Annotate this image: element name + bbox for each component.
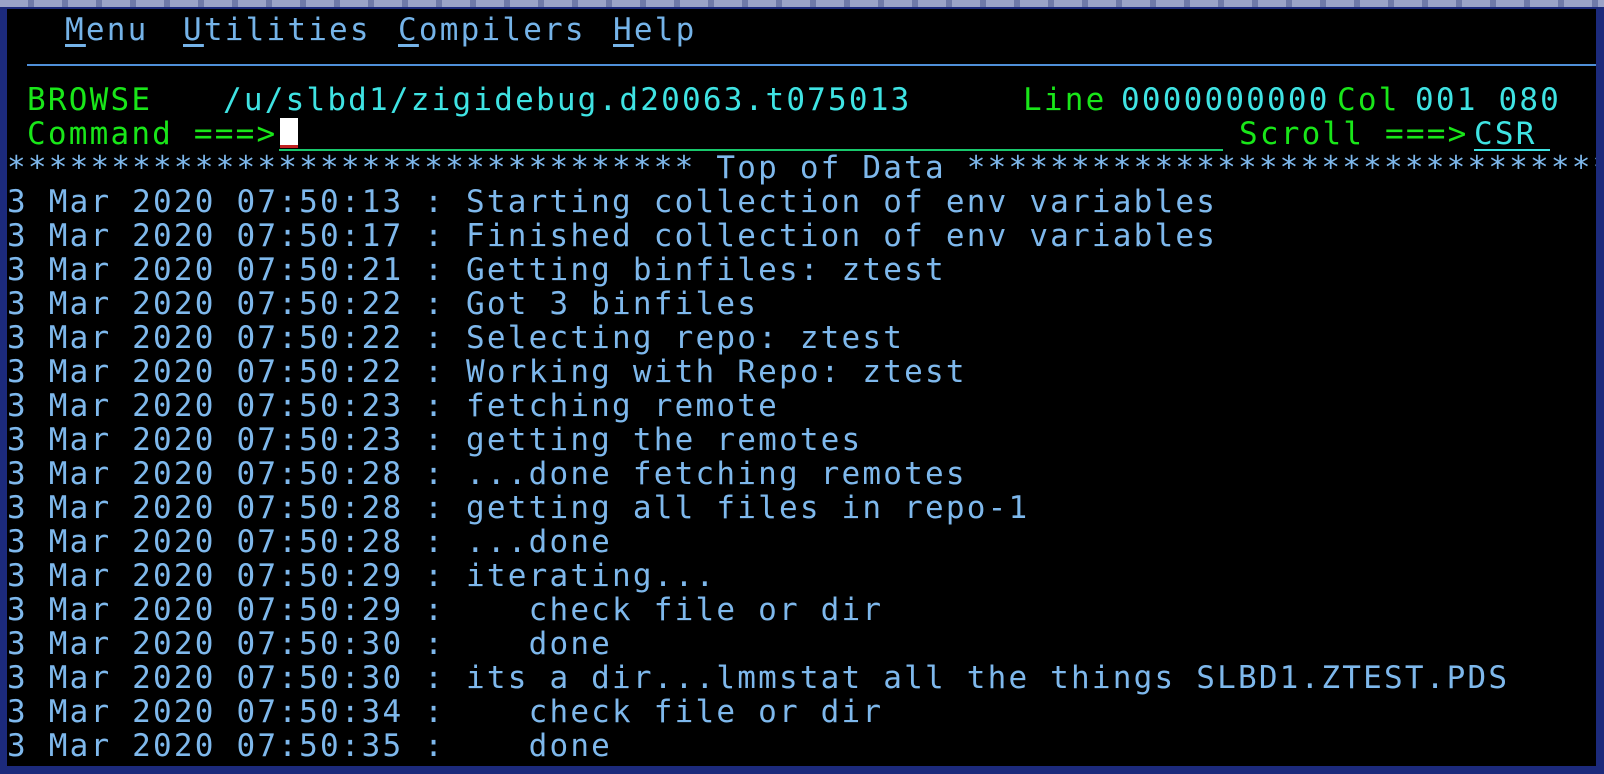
log-line: 3 Mar 2020 07:50:13 : Starting collectio…	[7, 184, 1218, 220]
menu-label-rest: ompilers	[418, 12, 586, 48]
menu-hotkey: H	[613, 12, 634, 48]
log-line: 3 Mar 2020 07:50:17 : Finished collectio…	[7, 218, 1218, 254]
column-range: 001 080	[1415, 82, 1562, 118]
menu-label-rest: tilities	[203, 12, 371, 48]
log-line: 3 Mar 2020 07:50:29 : iterating...	[7, 558, 717, 594]
text-cursor	[280, 118, 298, 148]
scroll-value: CSR	[1474, 116, 1537, 152]
command-label: Command ===>	[27, 116, 278, 152]
browse-mode-label: BROWSE	[27, 82, 153, 118]
log-line: 3 Mar 2020 07:50:23 : getting the remote…	[7, 422, 863, 458]
line-number: 0000000000	[1121, 82, 1330, 118]
col-label: Col	[1337, 82, 1400, 118]
menu-item-utilities[interactable]: Utilities	[183, 13, 371, 47]
menu-hotkey: U	[183, 12, 204, 48]
log-line: 3 Mar 2020 07:50:30 : done	[7, 626, 613, 662]
log-line: 3 Mar 2020 07:50:23 : fetching remote	[7, 388, 779, 424]
dataset-path: /u/slbd1/zigidebug.d20063.t075013	[223, 82, 912, 118]
log-line: 3 Mar 2020 07:50:29 : check file or dir	[7, 592, 884, 628]
log-line: 3 Mar 2020 07:50:34 : check file or dir	[7, 694, 884, 730]
terminal-window: Menu Utilities Compilers Help BROWSE /u/…	[0, 0, 1604, 774]
menu-item-help[interactable]: Help	[613, 13, 696, 47]
menu-hotkey: C	[398, 12, 419, 48]
menu-label-rest: elp	[633, 12, 697, 48]
log-line: 3 Mar 2020 07:50:28 : getting all files …	[7, 490, 1030, 526]
log-line: 3 Mar 2020 07:50:28 : ...done	[7, 524, 613, 560]
log-line: 3 Mar 2020 07:50:22 : Got 3 binfiles	[7, 286, 759, 322]
log-line: 3 Mar 2020 07:50:21 : Getting binfiles: …	[7, 252, 946, 288]
scroll-label: Scroll ===>	[1239, 116, 1469, 152]
log-line: 3 Mar 2020 07:50:35 : done	[7, 728, 613, 764]
log-line: 3 Mar 2020 07:50:22 : Selecting repo: zt…	[7, 320, 905, 356]
menu-label-rest: enu	[85, 12, 149, 48]
log-line: 3 Mar 2020 07:50:22 : Working with Repo:…	[7, 354, 967, 390]
menu-separator	[27, 64, 1596, 66]
window-top-strip	[0, 0, 1604, 7]
line-label: Line	[1023, 82, 1107, 118]
command-input[interactable]	[279, 117, 1223, 151]
log-line: 3 Mar 2020 07:50:28 : ...done fetching r…	[7, 456, 967, 492]
log-line: 3 Mar 2020 07:50:30 : its a dir...lmmsta…	[7, 660, 1510, 696]
ispf-browse-screen: Menu Utilities Compilers Help BROWSE /u/…	[7, 9, 1596, 766]
menu-item-compilers[interactable]: Compilers	[398, 13, 586, 47]
menu-item-menu[interactable]: Menu	[65, 13, 148, 47]
menu-hotkey: M	[65, 12, 86, 48]
scroll-amount-input[interactable]: CSR	[1474, 117, 1550, 151]
top-of-data-marker: ********************************* Top of…	[7, 150, 1596, 186]
